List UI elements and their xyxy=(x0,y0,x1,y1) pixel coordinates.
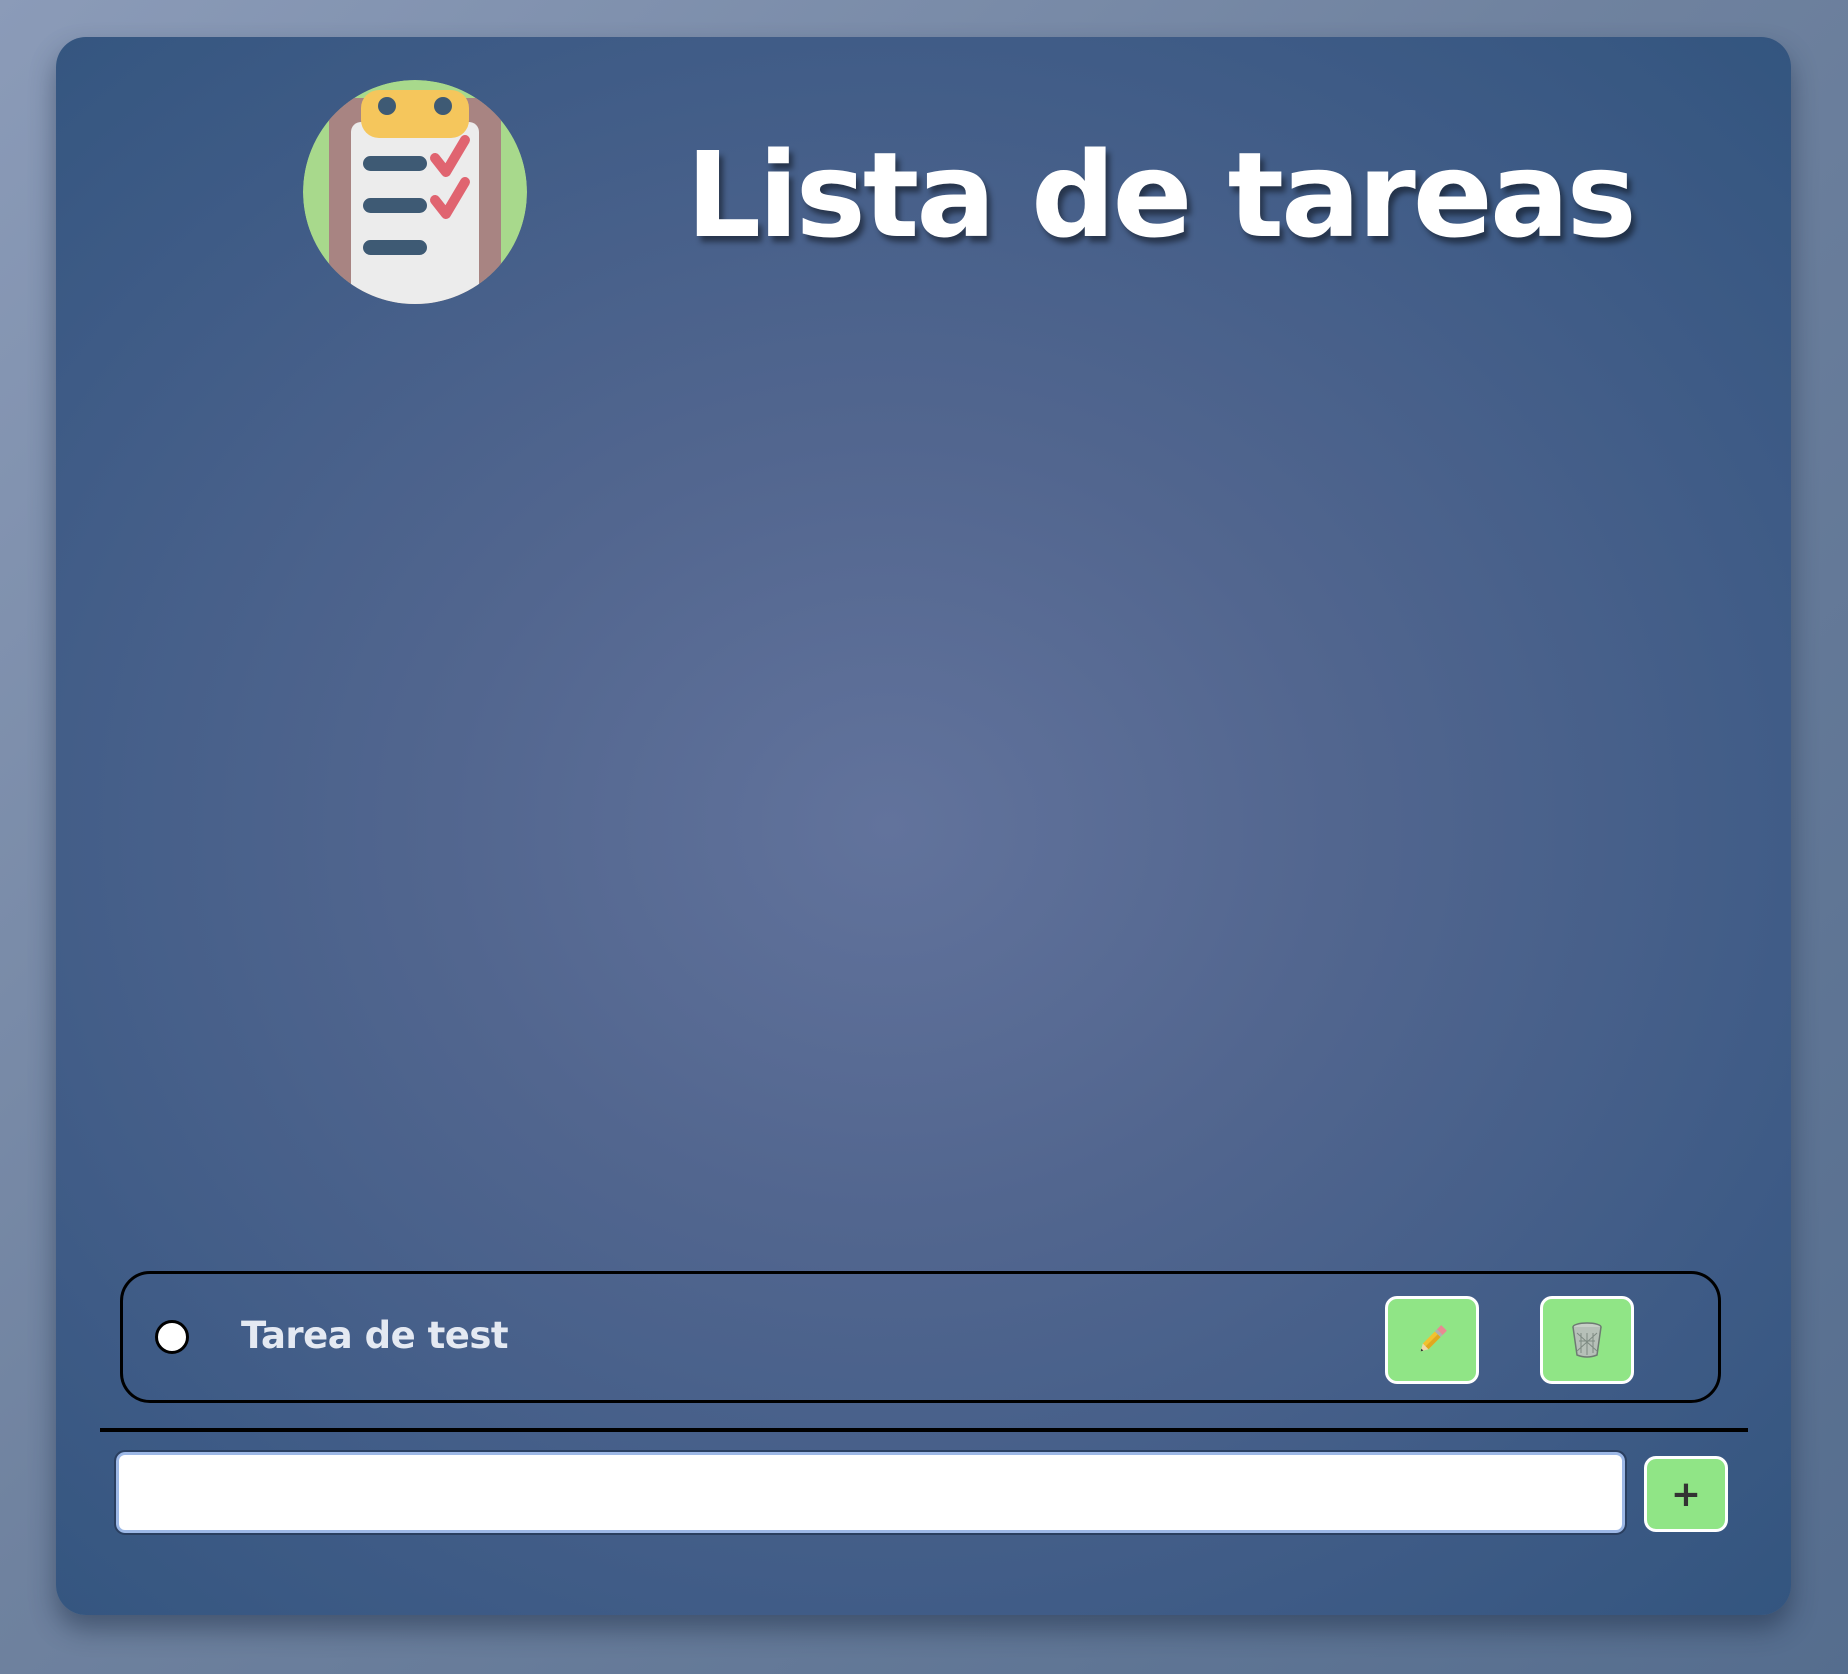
delete-task-button[interactable] xyxy=(1540,1296,1634,1384)
task-item: Tarea de test xyxy=(120,1271,1721,1403)
pencil-icon xyxy=(1420,1325,1447,1352)
trash-icon xyxy=(1572,1322,1602,1358)
clipboard-checklist-icon xyxy=(303,80,527,304)
add-task-button[interactable]: + xyxy=(1644,1456,1728,1532)
header: Lista de tareas xyxy=(56,37,1791,337)
edit-task-button[interactable] xyxy=(1385,1296,1479,1384)
task-complete-radio[interactable] xyxy=(155,1320,189,1354)
task-label: Tarea de test xyxy=(241,1314,509,1357)
page-title: Lista de tareas xyxy=(686,126,1637,264)
new-task-input[interactable] xyxy=(114,1450,1627,1535)
divider xyxy=(100,1428,1748,1432)
todo-card: Lista de tareas Tarea de test + xyxy=(56,37,1791,1615)
